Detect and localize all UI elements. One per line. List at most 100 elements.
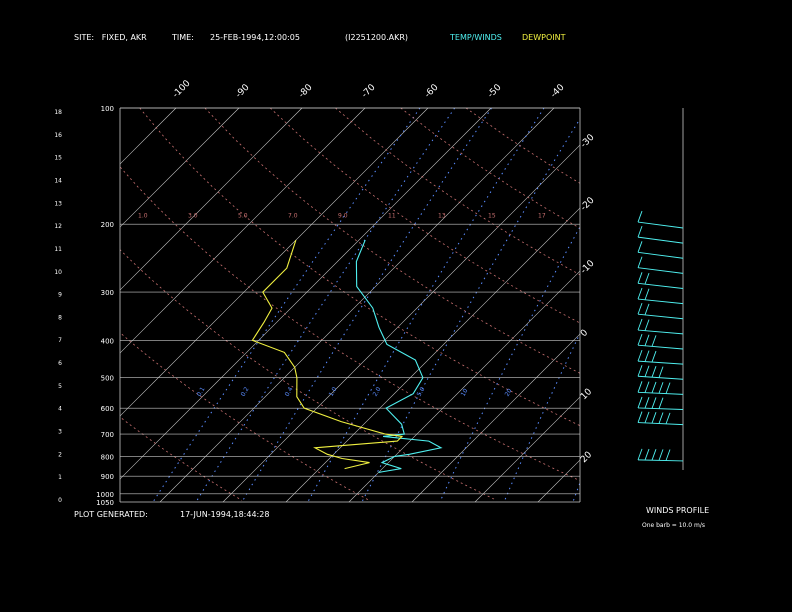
height-tick-label: 15 — [54, 155, 62, 162]
wind-barb-flag — [644, 334, 650, 346]
wind-barb-flag — [644, 381, 650, 393]
height-tick-label: 1 — [58, 474, 62, 481]
isotherm-line — [0, 108, 113, 502]
mixing-ratio-lines — [152, 108, 580, 502]
wind-barb-flag — [644, 397, 650, 409]
pressure-tick-label: 500 — [101, 375, 114, 383]
theta-label: 17 — [538, 212, 546, 219]
wind-barb-flag — [658, 412, 664, 424]
dry-adiabat-line — [465, 108, 580, 184]
isotherm-top-label: -40 — [549, 82, 567, 100]
wind-barb-flag — [637, 256, 643, 268]
theta-label: 1.0 — [138, 212, 148, 219]
isotherm-line — [159, 108, 555, 502]
wind-barb-flag — [651, 335, 657, 347]
height-tick-label: 18 — [54, 109, 62, 116]
dry-adiabat-line — [400, 108, 580, 229]
wind-barb-flag — [637, 225, 643, 238]
wind-barb-shaft — [637, 391, 684, 395]
wind-barb-flag — [651, 366, 657, 378]
height-tick-label: 3 — [58, 429, 62, 436]
isotherm-top-label: -80 — [297, 82, 315, 100]
pressure-tick-label: 900 — [101, 473, 114, 481]
pressure-tick-label: 400 — [101, 337, 114, 345]
mixing-ratio-line — [307, 108, 545, 502]
isotherm-top-label: -60 — [423, 82, 441, 100]
theta-label: 9.0 — [338, 212, 348, 219]
isotherm-right-label: -30 — [579, 132, 597, 150]
wind-barb-flag — [658, 397, 664, 409]
isotherm-line — [474, 396, 580, 502]
wind-barb-flag — [637, 381, 643, 393]
winds-profile-title: WINDS PROFILE — [646, 506, 710, 515]
isotherm-right-label: -20 — [579, 195, 597, 213]
wind-barb-flag — [658, 366, 664, 378]
height-tick-label: 0 — [58, 497, 62, 504]
pressure-tick-label: 1050 — [96, 499, 114, 507]
height-tick-label: 9 — [58, 292, 62, 299]
wind-barb-flag — [637, 302, 643, 315]
wind-barb-flag — [644, 365, 650, 377]
isotherm-top-label: -90 — [234, 82, 252, 100]
wind-barb-flag — [644, 411, 650, 424]
wind-barb-flag — [637, 272, 643, 284]
isotherm-line — [411, 333, 580, 502]
pressure-tick-label: 100 — [101, 105, 114, 113]
wind-barb-flag — [665, 449, 671, 461]
wind-barb-flag — [637, 349, 643, 362]
plot-generated-label: PLOT GENERATED: — [74, 510, 148, 519]
mixing-ratio-line — [572, 481, 580, 502]
pressure-tick-label: 300 — [101, 289, 114, 297]
wind-barb-shaft — [637, 282, 684, 289]
theta-label: 3.0 — [188, 212, 198, 219]
wind-barb-shaft — [637, 251, 684, 259]
pressure-tick-label: 1000 — [96, 491, 114, 499]
plot-frame — [119, 107, 581, 503]
wind-barb-flag — [651, 350, 657, 363]
mixing-ratio-label: 2.0 — [372, 386, 383, 398]
isotherm-line — [120, 108, 303, 291]
wind-barb-flag — [637, 210, 643, 223]
pressure-tick-label: 200 — [101, 221, 114, 229]
isotherm-line — [727, 108, 792, 502]
wind-barb-flag — [651, 449, 657, 461]
pressure-tick-label: 600 — [101, 405, 114, 413]
isotherm-grid — [0, 108, 792, 502]
isotherm-right-label: -10 — [579, 258, 597, 276]
isotherm-line — [601, 108, 792, 502]
height-tick-label: 16 — [54, 132, 62, 139]
pressure-tick-label: 700 — [101, 431, 114, 439]
winds-profile-note: One barb = 10.0 m/s — [642, 522, 705, 529]
pressure-tick-label: 800 — [101, 453, 114, 461]
wind-barb-shaft — [637, 422, 684, 426]
wind-barb-flag — [637, 287, 643, 300]
mixing-ratio-label: 20 — [504, 387, 514, 397]
isotherm-right-label: 20 — [579, 450, 594, 465]
theta-label: 11 — [388, 212, 396, 219]
dry-adiabat-line — [335, 108, 580, 276]
wind-barb-flag — [637, 448, 643, 461]
mixing-ratio-line — [241, 108, 493, 502]
dry-adiabat-line — [269, 108, 580, 324]
wind-barb-shaft — [637, 375, 684, 380]
isotherm-line — [348, 270, 580, 502]
wind-barb-flag — [644, 288, 650, 300]
height-tick-label: 5 — [58, 383, 62, 390]
isobar-grid — [120, 107, 580, 495]
height-tick-label: 10 — [54, 269, 62, 276]
wind-barb-flag — [637, 333, 643, 346]
isotherm-line — [120, 108, 366, 354]
wind-barb-flag — [644, 350, 650, 362]
mixing-ratio-label: 0.4 — [284, 386, 295, 398]
mixing-ratio-label: 1.0 — [328, 386, 339, 398]
dry-adiabat-line — [120, 416, 243, 501]
isotherm-top-label: -100 — [171, 78, 193, 100]
isotherm-top-label: -50 — [486, 82, 504, 100]
isotherm-line — [0, 108, 50, 502]
wind-barb-flag — [644, 448, 650, 461]
wind-barb-flag — [658, 382, 664, 394]
wind-barb-flag — [651, 412, 657, 424]
mixing-ratio-line — [195, 108, 456, 502]
dry-adiabat-line — [120, 166, 580, 482]
wind-barb-flag — [637, 318, 643, 331]
